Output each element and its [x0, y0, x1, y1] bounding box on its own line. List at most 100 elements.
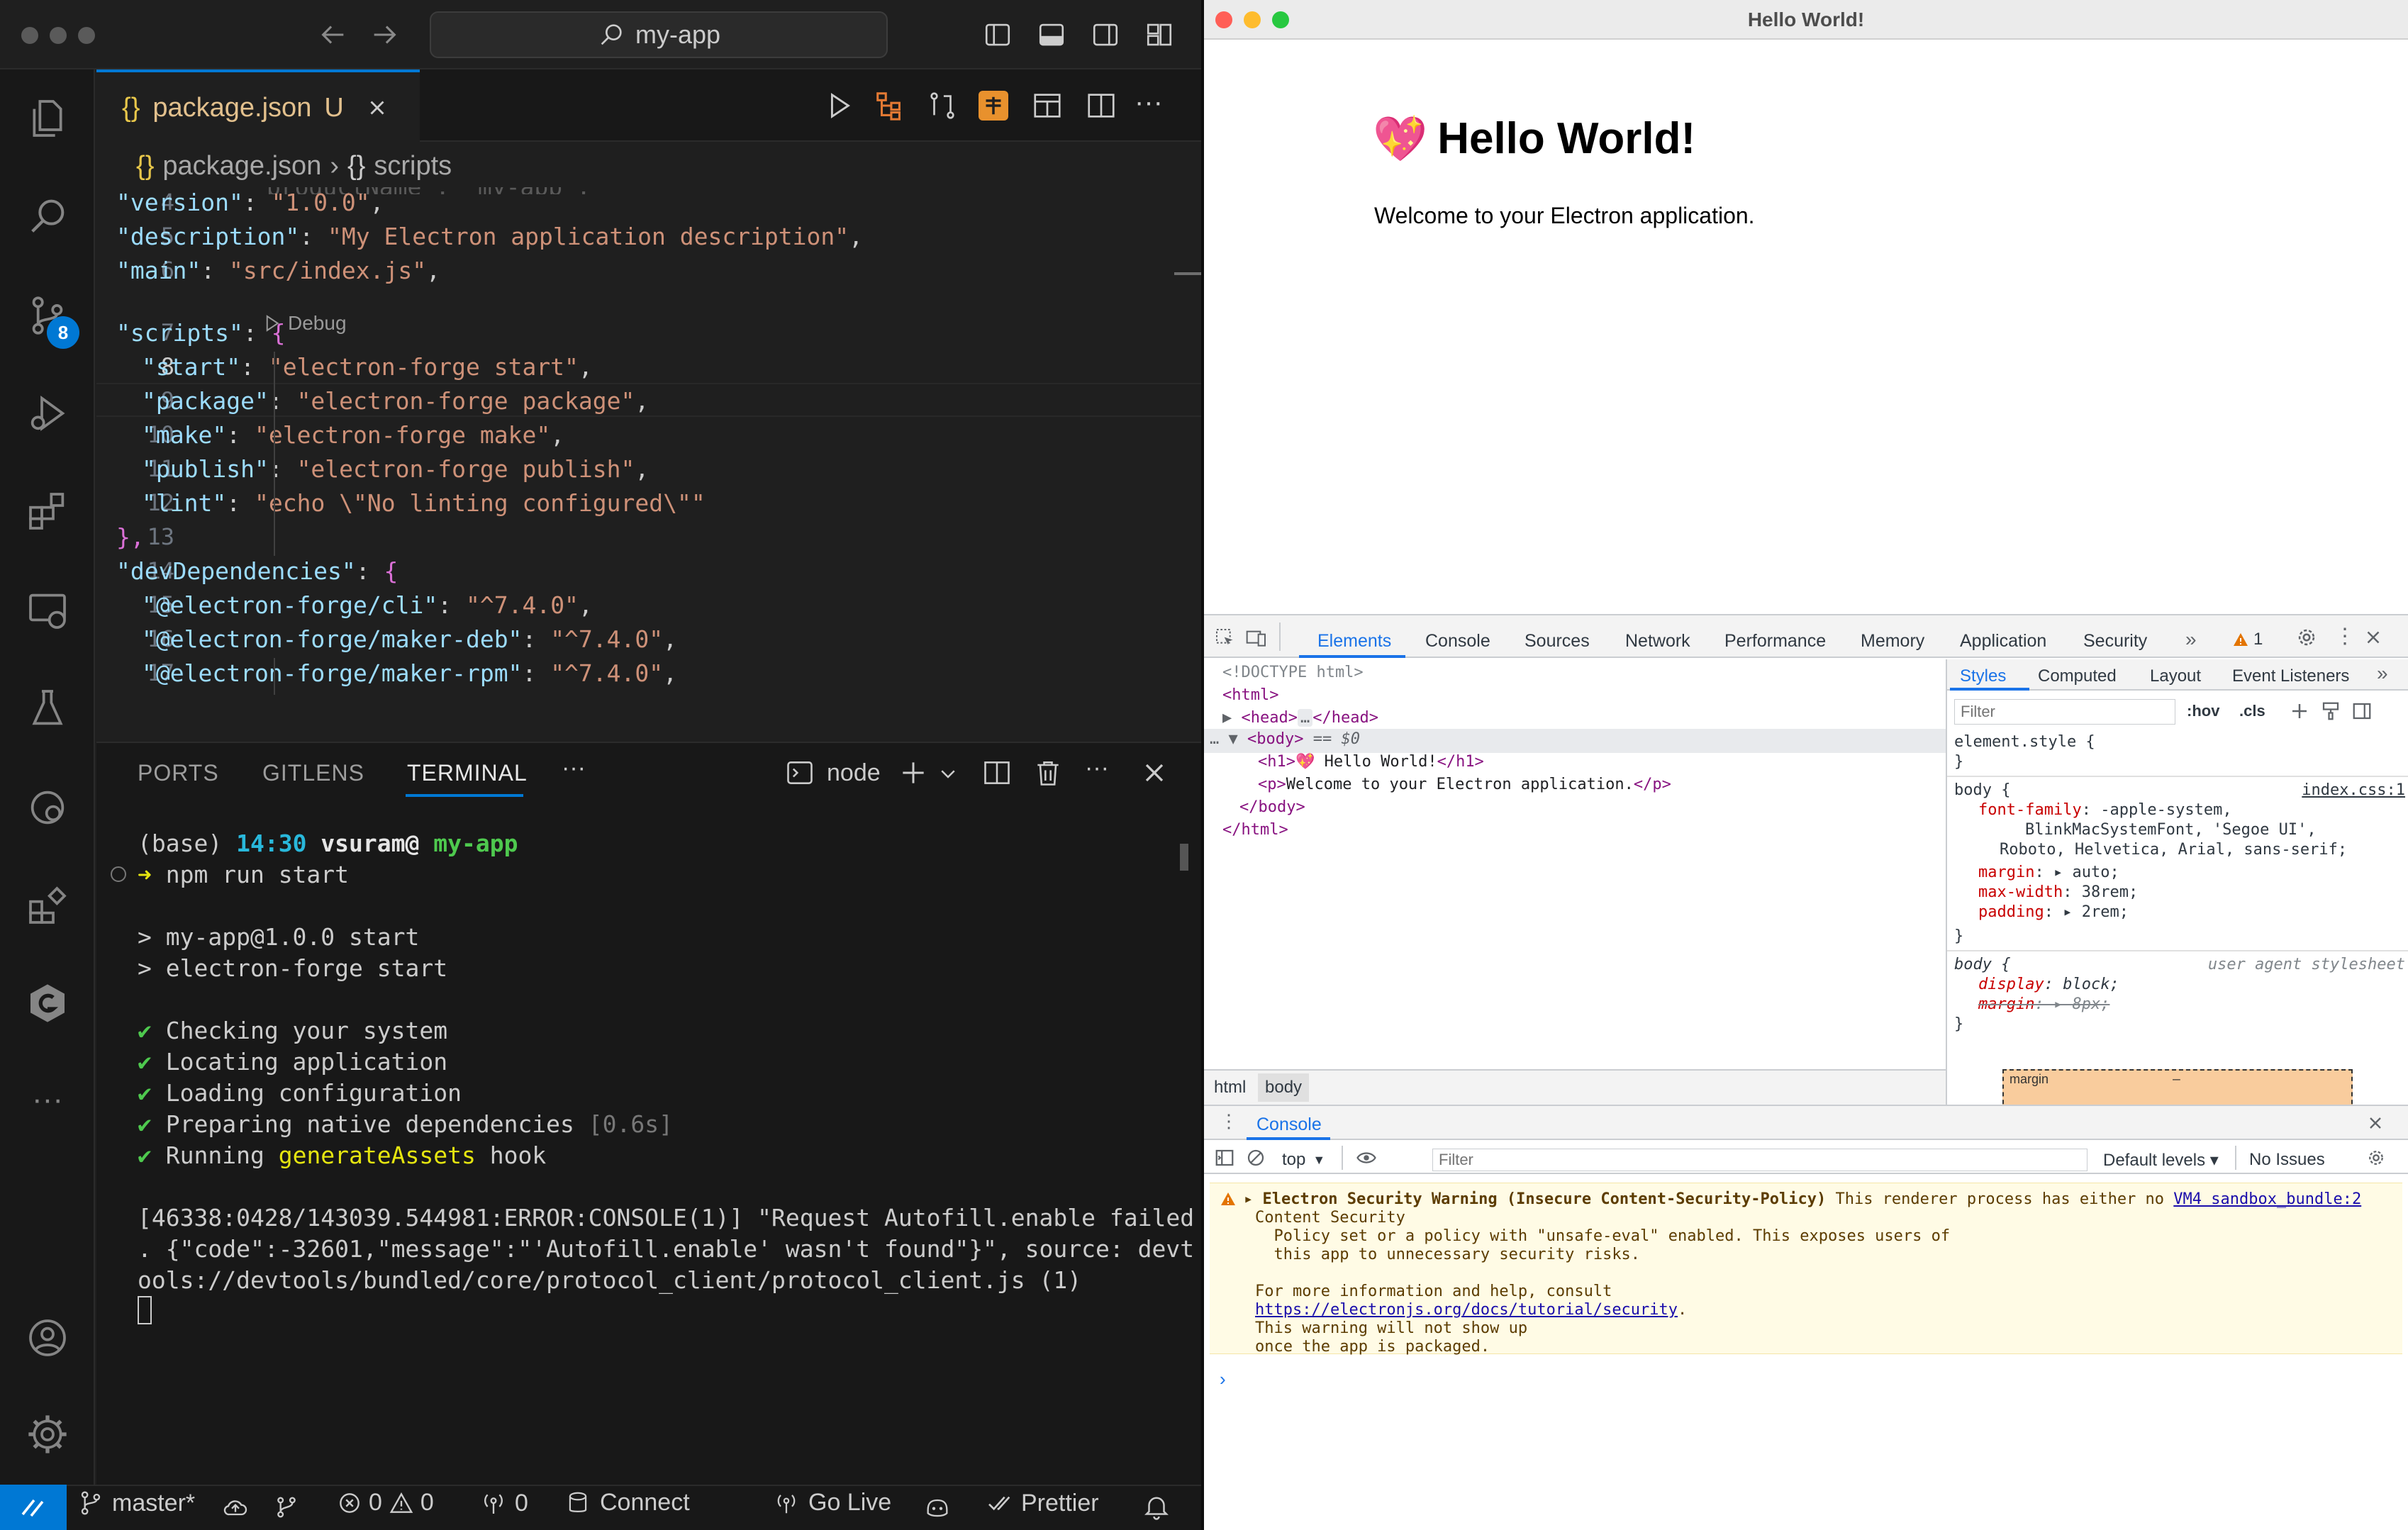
back-arrow-icon[interactable] — [316, 18, 349, 51]
show-sidebar-icon[interactable] — [1214, 1147, 1235, 1168]
forward-arrow-icon[interactable] — [369, 18, 401, 51]
dom-body-node[interactable]: … ▼ <body> == $0 — [1210, 730, 1360, 748]
clear-console-icon[interactable] — [1245, 1147, 1266, 1168]
tab-terminal[interactable]: TERMINAL — [407, 760, 528, 786]
style-property[interactable]: max-width: 38rem; — [1978, 883, 2138, 901]
close-panel-icon[interactable] — [1139, 757, 1170, 788]
close-devtools-icon[interactable] — [2363, 627, 2384, 648]
tab-application[interactable]: Application — [1960, 631, 2046, 652]
extension-pack-icon[interactable] — [0, 866, 95, 944]
console-filter-input[interactable] — [1432, 1149, 2088, 1171]
timeline-icon[interactable] — [0, 769, 95, 847]
tab-console[interactable]: Console — [1425, 631, 1490, 652]
gitlens-inspect-icon[interactable] — [979, 91, 1008, 121]
tab-ports[interactable]: PORTS — [138, 760, 219, 786]
remote-explorer-icon[interactable] — [0, 571, 95, 649]
breadcrumb-section[interactable]: scripts — [374, 151, 452, 182]
toggle-primary-sidebar-icon[interactable] — [983, 20, 1013, 50]
explorer-icon[interactable] — [0, 79, 95, 157]
notifications-bell-icon[interactable] — [1142, 1492, 1171, 1521]
inspect-element-icon[interactable] — [1214, 627, 1237, 649]
chevron-down-icon[interactable] — [937, 763, 959, 784]
crumb-html[interactable]: html — [1214, 1078, 1246, 1098]
connect-database-button[interactable]: Connect — [564, 1489, 690, 1517]
context-selector[interactable]: top ▼ — [1282, 1150, 1325, 1170]
split-terminal-icon[interactable] — [981, 757, 1013, 788]
panel-more-icon[interactable]: ··· — [562, 754, 586, 782]
more-actions-icon[interactable]: ··· — [1135, 86, 1163, 118]
close-icon[interactable] — [365, 96, 389, 120]
window-close-button[interactable] — [21, 27, 38, 44]
extensions-icon[interactable] — [0, 472, 95, 550]
toggle-secondary-sidebar-icon[interactable] — [1091, 20, 1120, 50]
window-minimize-button[interactable] — [1244, 11, 1261, 28]
sync-cloud-icon[interactable] — [221, 1493, 250, 1521]
toggle-sidebar-icon[interactable] — [2351, 700, 2373, 722]
code-editor[interactable]: "productName": "my-app", 4"version": "1.… — [96, 187, 1203, 740]
style-property[interactable]: margin: ▸ auto; — [1978, 864, 2119, 881]
close-drawer-icon[interactable] — [2365, 1113, 2385, 1133]
customize-layout-icon[interactable] — [1144, 20, 1174, 50]
class-toggle[interactable]: .cls — [2239, 702, 2265, 720]
dom-p-node[interactable]: <p>Welcome to your Electron application.… — [1258, 776, 1671, 793]
rule-source-link[interactable]: index.css:1 — [1947, 781, 2405, 799]
problems-indicator[interactable]: 0 0 — [336, 1489, 434, 1517]
tab-elements[interactable]: Elements — [1317, 631, 1391, 652]
devtools-menu-icon[interactable]: ⋮ — [2334, 624, 2356, 649]
dom-h1-node[interactable]: <h1>💖 Hello World!</h1> — [1258, 753, 1484, 771]
drawer-menu-icon[interactable]: ⋮ — [1220, 1110, 1238, 1132]
hover-state-toggle[interactable]: :hov — [2187, 702, 2219, 720]
box-model-margin[interactable]: margin – — [2002, 1069, 2353, 1105]
more-tabs-icon[interactable]: » — [2377, 662, 2388, 685]
tab-memory[interactable]: Memory — [1861, 631, 1924, 652]
issues-button[interactable]: No Issues — [2249, 1150, 2325, 1170]
branch-indicator[interactable]: master* — [77, 1489, 195, 1517]
tab-performance[interactable]: Performance — [1724, 631, 1826, 652]
warning-source-link[interactable]: VM4 sandbox_bundle:2 — [2173, 1190, 2361, 1208]
open-preview-icon[interactable] — [1031, 89, 1064, 122]
terminal-output[interactable]: (base) 14:30 vsuram@ my-app ➜ npm run st… — [96, 822, 1203, 1461]
live-expression-eye-icon[interactable] — [1354, 1147, 1378, 1168]
log-levels-dropdown[interactable]: Default levels ▾ — [2103, 1150, 2219, 1171]
new-style-rule-icon[interactable] — [2289, 700, 2310, 722]
styles-rules[interactable]: element.style { } body { index.css:1 fon… — [1947, 733, 2408, 1105]
source-control-icon[interactable] — [0, 277, 95, 354]
styles-filter-input[interactable] — [1954, 699, 2175, 725]
paint-brush-icon[interactable] — [2320, 700, 2341, 722]
dom-tree[interactable]: <!DOCTYPE html> <html> ▶ <head>… </head> … — [1204, 659, 1946, 1115]
tab-security[interactable]: Security — [2083, 631, 2147, 652]
security-docs-link[interactable]: https://electronjs.org/docs/tutorial/sec… — [1255, 1301, 1678, 1319]
window-zoom-button[interactable] — [1272, 11, 1289, 28]
account-icon[interactable] — [0, 1299, 95, 1377]
console-warning-message[interactable]: ▸ Electron Security Warning (Insecure Co… — [1210, 1183, 2402, 1356]
tab-network[interactable]: Network — [1625, 631, 1690, 652]
tree-view-icon[interactable] — [874, 89, 906, 122]
terminal-scrollbar[interactable] — [1180, 844, 1188, 871]
breadcrumb-file[interactable]: package.json — [162, 151, 321, 182]
tab-package-json[interactable]: {} package.json U — [96, 69, 420, 143]
window-close-button[interactable] — [1215, 11, 1232, 28]
console-input[interactable] — [1239, 1364, 2388, 1392]
trash-icon[interactable] — [1032, 757, 1064, 788]
remote-indicator[interactable] — [0, 1485, 67, 1530]
split-editor-icon[interactable] — [1085, 89, 1117, 122]
dom-head-node[interactable]: ▶ <head>… </head> — [1222, 709, 1378, 727]
debug-code-lens[interactable]: Debug — [261, 312, 347, 335]
more-views-icon[interactable]: ··· — [0, 1061, 95, 1139]
device-toolbar-icon[interactable] — [1245, 627, 1268, 649]
go-live-button[interactable]: Go Live — [773, 1489, 891, 1517]
compare-changes-icon[interactable] — [926, 89, 959, 122]
style-property[interactable]: padding: ▸ 2rem; — [1978, 903, 2129, 921]
git-graph-icon[interactable] — [272, 1493, 301, 1521]
tab-event-listeners[interactable]: Event Listeners — [2232, 666, 2349, 686]
manage-gear-icon[interactable] — [0, 1395, 95, 1473]
tab-styles[interactable]: Styles — [1960, 666, 2006, 686]
crumb-body[interactable]: body — [1258, 1073, 1310, 1102]
tab-layout[interactable]: Layout — [2150, 666, 2201, 686]
window-zoom-button[interactable] — [78, 27, 95, 44]
terminal-selector[interactable]: node — [784, 757, 881, 788]
more-tabs-icon[interactable]: » — [2185, 628, 2197, 651]
run-icon[interactable] — [823, 89, 855, 122]
window-minimize-button[interactable] — [50, 27, 67, 44]
tab-computed[interactable]: Computed — [2038, 666, 2117, 686]
